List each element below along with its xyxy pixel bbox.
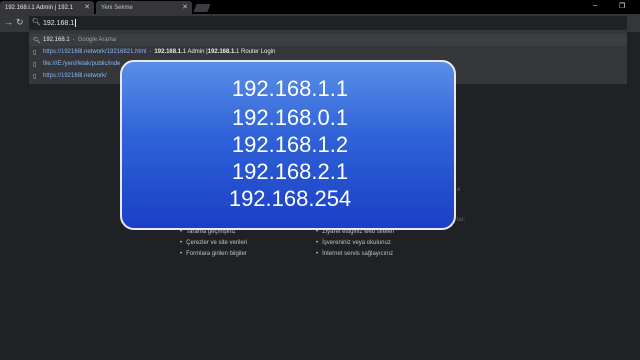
toolbar: → ↻ 🔍︎ 192.168.1: [0, 14, 640, 32]
tab-title: Yeni Sekme: [101, 4, 133, 11]
new-tab-button[interactable]: [193, 4, 211, 12]
suggestion-text: 192.168.1: [43, 37, 70, 43]
ip-address: 192.168.254: [228, 186, 352, 211]
list-item: İnternet servis sağlayıcınız: [316, 248, 394, 259]
suggestion-search[interactable]: 🔍︎ 192.168.1 - Google Arama: [29, 34, 627, 46]
ip-address: 192.168.1.1: [231, 76, 349, 101]
text-cursor: [75, 19, 77, 27]
separator: -: [72, 37, 75, 43]
faded-text: lar:: [457, 217, 466, 223]
suggestion-title-match: 192.168.1.: [207, 49, 237, 55]
list-item: Çerezler ve site verileri: [180, 237, 247, 248]
maximize-icon[interactable]: ❐: [619, 2, 625, 10]
suggestion-title-match: 192.168.1.: [154, 49, 183, 55]
page-icon: ▯: [33, 73, 37, 80]
reload-icon[interactable]: ↻: [16, 17, 24, 28]
close-icon[interactable]: ✕: [84, 3, 90, 11]
ip-address: 192.168.2.1: [231, 159, 349, 184]
minimize-icon[interactable]: –: [593, 2, 597, 9]
page-icon: ▯: [33, 61, 37, 68]
tab-strip: 192.168.l.1 Admin | 192.1 ✕ Yeni Sekme ✕…: [0, 0, 640, 14]
list-item: İşvereniniz veya okulunuz: [316, 237, 394, 248]
tab-title: 192.168.l.1 Admin | 192.1: [5, 4, 73, 11]
suggestion-url: file:///E:/yeni/felak/public/inde: [43, 61, 121, 67]
suggestion-title: 1 Admin |: [182, 49, 208, 55]
separator: -: [149, 49, 152, 55]
suggestion-title: 1 Router Login: [236, 49, 276, 55]
tab-admin[interactable]: 192.168.l.1 Admin | 192.1 ✕: [0, 1, 94, 14]
ip-address: 192.168.0.1: [231, 105, 349, 130]
suggestion-history[interactable]: ▯ https://192168l.network/19216821.html …: [29, 46, 627, 58]
page-icon: ▯: [33, 49, 37, 56]
incognito-visible-list: Ziyaret ettiğiniz web siteleri İşverenin…: [316, 226, 394, 259]
address-input-value: 192.168.1: [43, 19, 75, 27]
ip-address-overlay: 192.168.1.1 192.168.0.1 192.168.1.2 192.…: [120, 60, 456, 230]
search-icon: 🔍︎: [33, 37, 41, 44]
close-icon[interactable]: ✕: [182, 3, 188, 11]
tab-new[interactable]: Yeni Sekme ✕: [96, 1, 192, 14]
incognito-saved-list: Tarama geçmişiniz Çerezler ve site veril…: [180, 226, 247, 259]
list-item: Formlara girilen bilgiler: [180, 248, 247, 259]
search-icon: 🔍︎: [32, 19, 41, 26]
suggestion-meta: Google Arama: [77, 37, 117, 43]
suggestion-url: https://192168l.network/19216821.html: [43, 49, 147, 55]
back-arrow-icon[interactable]: →: [4, 17, 13, 27]
ip-address: 192.168.1.2: [231, 132, 349, 157]
suggestion-url: https://192168l.network/: [43, 73, 107, 79]
address-bar[interactable]: 🔍︎ 192.168.1: [29, 16, 627, 30]
